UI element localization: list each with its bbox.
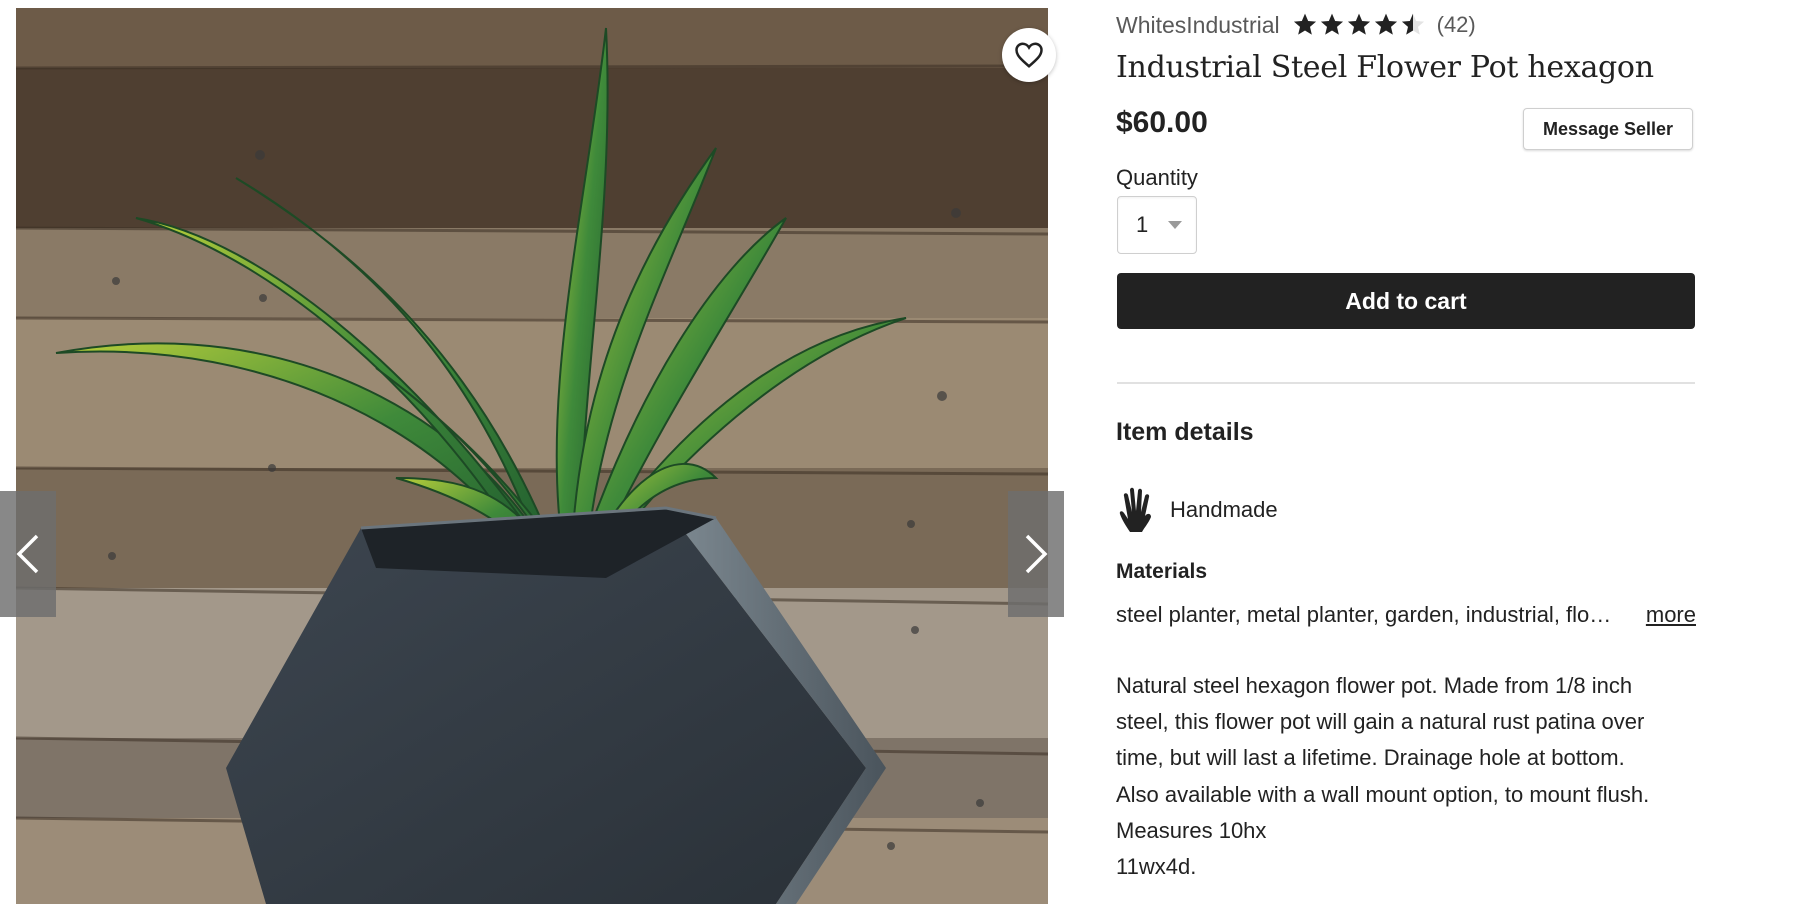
- description-line: steel, this flower pot will gain a natur…: [1116, 709, 1645, 735]
- quantity-select[interactable]: 1: [1117, 196, 1197, 254]
- heart-outline-icon: [1015, 42, 1043, 68]
- description-line: Measures 10hx: [1116, 817, 1267, 843]
- listing-photo[interactable]: [16, 8, 1048, 904]
- hand-icon: [1119, 487, 1151, 532]
- message-seller-button[interactable]: Message Seller: [1523, 108, 1693, 150]
- favorite-button[interactable]: [1002, 28, 1056, 82]
- section-divider: [1117, 382, 1695, 384]
- description-line: 11wx4d.: [1116, 854, 1197, 880]
- add-to-cart-button[interactable]: Add to cart: [1117, 273, 1695, 329]
- chevron-left-icon: [16, 534, 39, 574]
- materials-heading: Materials: [1116, 560, 1208, 583]
- materials-more-link[interactable]: more: [1646, 602, 1696, 628]
- plant-pot-image: [16, 8, 1048, 904]
- description-line: time, but will last a lifetime. Drainage…: [1116, 745, 1625, 771]
- description-line: Natural steel hexagon flower pot. Made f…: [1116, 673, 1633, 698]
- handmade-label: Handmade: [1170, 497, 1278, 522]
- handmade-row: Handmade: [1116, 484, 1278, 536]
- materials-row: steel planter, metal planter, garden, in…: [1116, 598, 1696, 632]
- item-description: Natural steel hexagon flower pot. Made f…: [1116, 668, 1696, 885]
- star-icon: [1374, 13, 1397, 35]
- listing-title: Industrial Steel Flower Pot hexagon: [1116, 50, 1654, 85]
- quantity-selected-value: 1: [1136, 212, 1149, 237]
- chevron-right-icon: [1025, 534, 1048, 574]
- star-icon: [1293, 13, 1316, 35]
- star-icon: [1347, 13, 1370, 35]
- description-line: Also available with a wall mount option,…: [1116, 781, 1650, 807]
- rating-stars[interactable]: [1292, 12, 1427, 38]
- star-icon: [1320, 13, 1343, 35]
- shop-rating-row: WhitesIndustrial (42): [1116, 8, 1476, 42]
- previous-image-button[interactable]: [0, 491, 56, 617]
- caret-down-icon: [1168, 221, 1183, 229]
- star-icon: [1401, 13, 1424, 35]
- shop-name-link[interactable]: WhitesIndustrial: [1116, 12, 1280, 39]
- quantity-label: Quantity: [1116, 165, 1198, 190]
- item-details-heading: Item details: [1116, 418, 1254, 446]
- next-image-button[interactable]: [1008, 491, 1064, 617]
- listing-price: $60.00: [1116, 106, 1208, 139]
- materials-text: steel planter, metal planter, garden, in…: [1116, 602, 1612, 627]
- review-count[interactable]: (42): [1437, 12, 1476, 38]
